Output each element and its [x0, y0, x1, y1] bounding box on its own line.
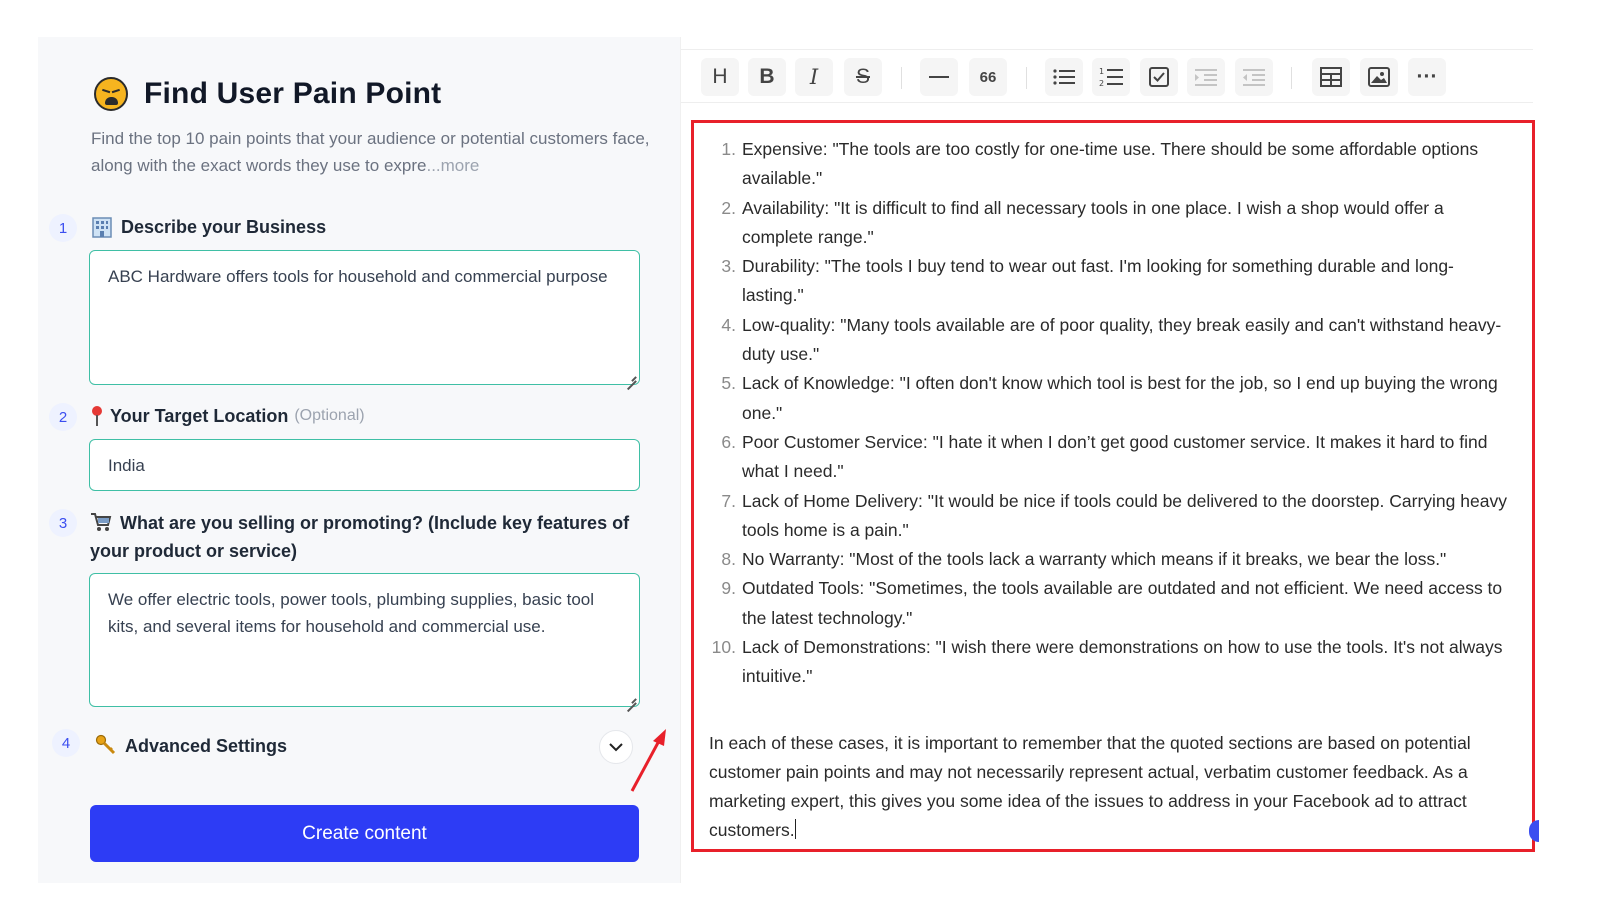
editor-content[interactable]: 1. Expensive: "The tools are too costly f… — [691, 120, 1535, 852]
ordered-list-icon[interactable]: 12 — [1092, 58, 1130, 96]
list-item-number: 6. — [721, 431, 736, 452]
list-item-text: Outdated Tools: "Sometimes, the tools av… — [742, 578, 1503, 628]
indent-icon[interactable] — [1187, 58, 1225, 96]
weary-face-icon — [94, 77, 128, 111]
blockquote-icon[interactable]: 66 — [969, 58, 1007, 96]
list-item-text: Durability: "The tools I buy tend to wea… — [742, 256, 1454, 306]
list-item-number: 3. — [721, 256, 736, 277]
step-label-business: Describe your Business — [91, 213, 326, 241]
business-description-value: ABC Hardware offers tools for household … — [108, 267, 608, 286]
list-item: 9. Outdated Tools: "Sometimes, the tools … — [708, 574, 1508, 633]
list-item-text: Availability: "It is difficult to find a… — [742, 197, 1444, 247]
resize-handle-icon[interactable] — [626, 371, 636, 381]
italic-icon[interactable]: I — [795, 58, 833, 96]
tool-description: Find the top 10 pain points that your au… — [91, 125, 651, 179]
step-number-1: 1 — [49, 214, 77, 242]
title-row: Find User Pain Point — [94, 77, 441, 111]
pain-points-list: 1. Expensive: "The tools are too costly f… — [708, 135, 1508, 692]
list-item-text: No Warranty: "Most of the tools lack a w… — [742, 549, 1447, 570]
list-item-number: 4. — [721, 314, 736, 335]
page-title: Find User Pain Point — [144, 77, 442, 110]
create-content-button[interactable]: Create content — [90, 805, 639, 862]
optional-tag: (Optional) — [294, 407, 365, 424]
step-label-text: Your Target Location — [110, 406, 289, 426]
horizontal-rule-icon[interactable] — [920, 58, 958, 96]
list-item: 1. Expensive: "The tools are too costly f… — [708, 135, 1508, 194]
editor-toolbar: H B I S 66 12 ··· — [681, 49, 1533, 103]
list-item-text: Lack of Home Delivery: "It would be nice… — [742, 490, 1507, 540]
summary-text: In each of these cases, it is important … — [709, 733, 1471, 840]
step-label-selling: What are you selling or promoting? (Incl… — [90, 509, 650, 565]
task-list-icon[interactable] — [1140, 58, 1178, 96]
form-panel: Find User Pain Point Find the top 10 pai… — [38, 37, 680, 883]
list-item-text: Poor Customer Service: "I hate it when I… — [742, 431, 1488, 482]
list-item-text: Lack of Knowledge: "I often don't know w… — [742, 373, 1498, 423]
bold-icon[interactable]: B — [748, 58, 786, 96]
step-label-text: Advanced Settings — [125, 736, 288, 756]
key-icon — [95, 734, 116, 755]
list-item-number: 5. — [721, 373, 736, 394]
target-location-value: India — [108, 456, 145, 475]
text-cursor — [794, 819, 796, 839]
heading-icon[interactable]: H — [701, 58, 739, 96]
product-description-value: We offer electric tools, power tools, pl… — [108, 590, 595, 636]
list-item: 7. Lack of Home Delivery: "It would be ni… — [708, 487, 1508, 546]
step-number-3: 3 — [49, 509, 77, 537]
table-icon[interactable] — [1312, 58, 1350, 96]
more-glyph: ··· — [1416, 65, 1438, 88]
list-item: 5. Lack of Knowledge: "I often don't know… — [708, 369, 1508, 428]
list-item-text: Expensive: "The tools are too costly for… — [742, 139, 1479, 189]
strikethrough-icon[interactable]: S — [844, 58, 882, 96]
step-number-2: 2 — [49, 403, 77, 431]
list-item-number: 2. — [721, 197, 736, 218]
strike-glyph: S — [855, 65, 870, 88]
bullet-list-icon[interactable] — [1045, 58, 1083, 96]
summary-paragraph: In each of these cases, it is important … — [709, 729, 1524, 845]
list-item-number: 7. — [721, 490, 736, 511]
step-label-text: Describe your Business — [121, 217, 327, 237]
list-item-number: 8. — [721, 549, 736, 570]
quote-glyph: 66 — [979, 68, 997, 86]
more-icon[interactable]: ··· — [1408, 58, 1446, 96]
list-item-number: 9. — [721, 578, 736, 599]
resize-handle-icon[interactable] — [626, 693, 636, 703]
list-item-number: 10. — [711, 637, 736, 658]
step-label-text: What are you selling or promoting? (Incl… — [90, 513, 630, 561]
list-item-text: Low-quality: "Many tools available are o… — [742, 314, 1502, 365]
shopping-cart-icon — [91, 513, 112, 531]
list-item: 4. Low-quality: "Many tools available are… — [708, 311, 1508, 370]
office-building-icon — [92, 217, 112, 238]
bold-glyph: B — [759, 65, 775, 88]
list-item: 10. Lack of Demonstrations: "I wish there… — [708, 633, 1508, 692]
list-item: 8. No Warranty: "Most of the tools lack a… — [708, 545, 1508, 574]
step-label-location: Your Target Location (Optional) — [90, 402, 365, 430]
step-number-4: 4 — [52, 729, 80, 757]
pushpin-icon — [92, 406, 102, 426]
annotation-arrow-icon — [630, 729, 666, 792]
italic-glyph: I — [809, 65, 819, 89]
editor-panel: H B I S 66 12 ··· 1. Expensive: "The too… — [680, 37, 1542, 883]
product-description-textarea[interactable]: We offer electric tools, power tools, pl… — [89, 573, 640, 707]
heading-glyph: H — [712, 65, 728, 88]
target-location-input[interactable]: India — [89, 439, 640, 491]
list-item: 2. Availability: "It is difficult to find… — [708, 194, 1508, 253]
outdent-icon[interactable] — [1235, 58, 1273, 96]
list-item: 6. Poor Customer Service: "I hate it when… — [708, 428, 1508, 487]
business-description-textarea[interactable]: ABC Hardware offers tools for household … — [89, 250, 640, 385]
image-icon[interactable] — [1360, 58, 1398, 96]
advanced-settings-toggle[interactable]: Advanced Settings — [95, 732, 287, 760]
svg-text:2: 2 — [1099, 79, 1104, 88]
description-text: Find the top 10 pain points that your au… — [91, 129, 650, 175]
list-item-text: Lack of Demonstrations: "I wish there we… — [742, 637, 1503, 687]
list-item-number: 1. — [721, 139, 736, 159]
more-link[interactable]: ...more — [426, 156, 479, 175]
list-item: 3. Durability: "The tools I buy tend to w… — [708, 252, 1508, 311]
svg-text:1: 1 — [1099, 67, 1104, 76]
